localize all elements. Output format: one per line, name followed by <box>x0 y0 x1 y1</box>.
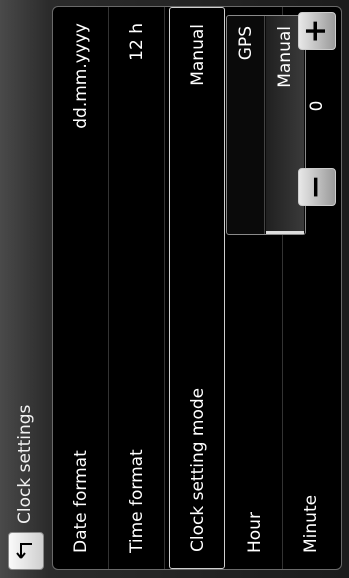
row-value: Manual <box>188 24 208 86</box>
plus-button[interactable]: + <box>298 12 336 50</box>
time-format-row[interactable]: Time format 12 h <box>109 7 165 569</box>
row-value: dd.mm.yyyy <box>71 23 91 129</box>
row-label: Clock setting mode <box>188 387 208 552</box>
dropdown-option-gps[interactable]: GPS <box>227 16 265 234</box>
date-format-row[interactable]: Date format dd.mm.yyyy <box>53 7 109 569</box>
back-button[interactable] <box>8 532 44 570</box>
minus-button[interactable]: − <box>298 168 336 206</box>
row-value: 12 h <box>127 23 147 61</box>
clock-setting-mode-row[interactable]: Clock setting mode Manual <box>169 7 225 569</box>
clock-settings-screen: Clock settings Date format dd.mm.yyyy Ti… <box>0 0 349 578</box>
row-label: Time format <box>127 449 147 553</box>
stepper-value: 0 <box>307 100 327 112</box>
row-label: Hour <box>245 512 265 553</box>
page-title: Clock settings <box>15 404 35 524</box>
row-label: Minute <box>301 494 321 553</box>
row-label: Date format <box>71 450 91 553</box>
clock-mode-dropdown[interactable]: GPS Manual <box>226 15 306 235</box>
header: Clock settings <box>0 0 50 578</box>
